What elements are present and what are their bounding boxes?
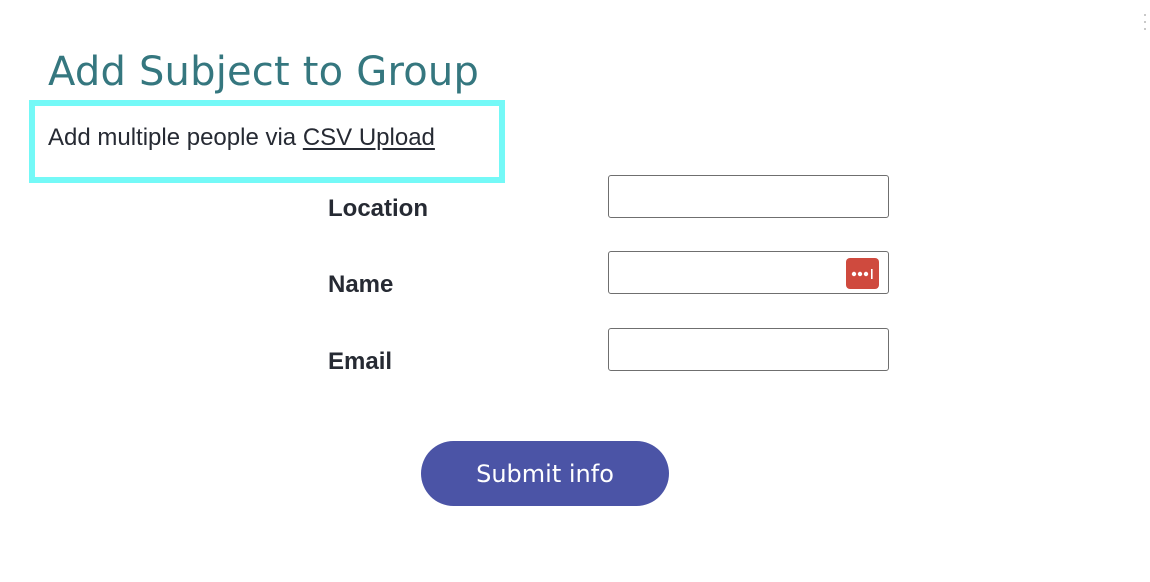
location-label: Location [328,195,428,222]
page-title: Add Subject to Group [48,49,480,95]
password-manager-icon[interactable] [846,258,879,289]
email-input[interactable] [608,328,889,371]
csv-upload-link[interactable]: CSV Upload [303,124,435,151]
submit-button[interactable]: Submit info [421,441,669,506]
email-label: Email [328,348,393,375]
name-label: Name [328,271,394,298]
csv-upload-text: Add multiple people via CSV Upload [48,122,435,154]
password-dots-icon [851,268,873,279]
resize-handle [1144,14,1146,30]
location-input[interactable] [608,175,889,218]
csv-upload-prefix: Add multiple people via [48,124,303,151]
